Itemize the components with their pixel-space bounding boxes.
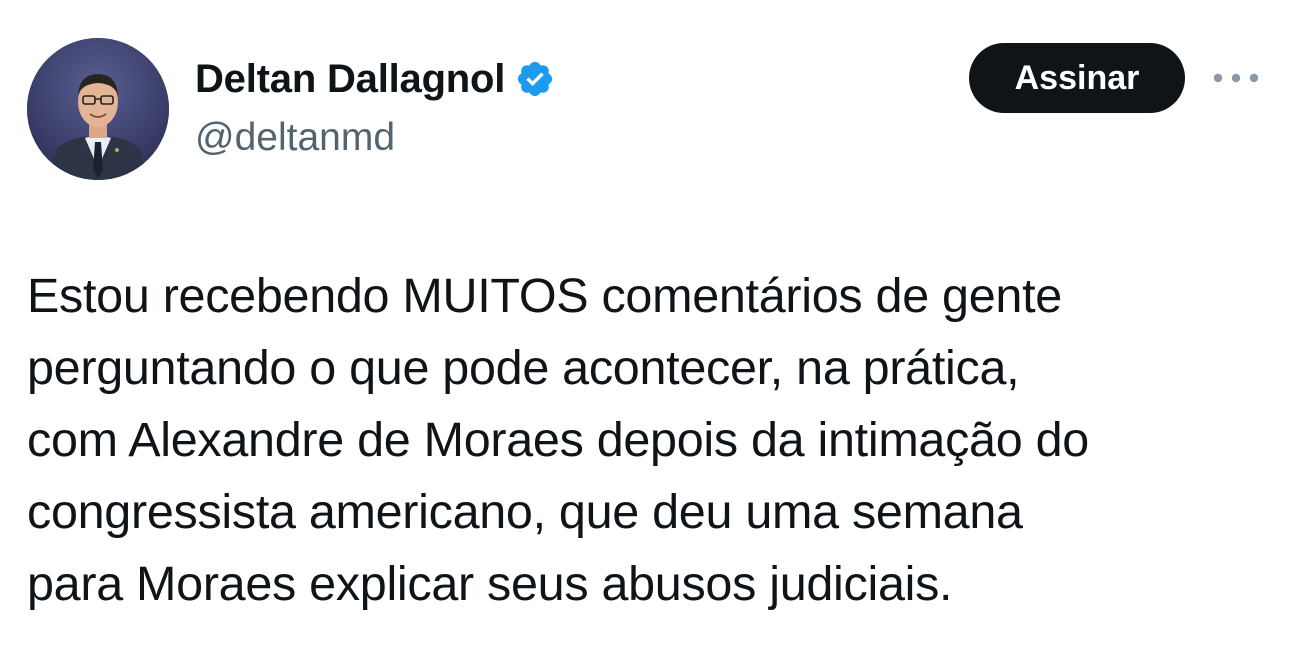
tweet-text-line: congressista americano, que deu uma sema… <box>27 485 1023 539</box>
author-handle[interactable]: @deltanmd <box>195 116 395 160</box>
tweet-text-line: perguntando o que pode acontecer, na prá… <box>27 341 1020 395</box>
avatar[interactable] <box>27 38 169 180</box>
tweet-text-line: Estou recebendo MUITOS comentários de ge… <box>27 269 1062 323</box>
verified-badge-icon <box>515 59 555 99</box>
more-horizontal-icon <box>1213 73 1259 83</box>
tweet-text-line: para Moraes explicar seus abusos judicia… <box>27 557 953 611</box>
more-options-button[interactable] <box>1210 60 1262 96</box>
tweet-text: Estou recebendo MUITOS comentários de ge… <box>27 260 1267 620</box>
author-display-name[interactable]: Deltan Dallagnol <box>195 57 505 102</box>
tweet-text-line: com Alexandre de Moraes depois da intima… <box>27 413 1089 467</box>
tweet-card: Deltan Dallagnol @deltanmd Assinar Estou… <box>0 0 1290 660</box>
subscribe-button[interactable]: Assinar <box>969 43 1185 113</box>
avatar-image <box>27 38 169 180</box>
author-name-row[interactable]: Deltan Dallagnol <box>195 54 555 104</box>
